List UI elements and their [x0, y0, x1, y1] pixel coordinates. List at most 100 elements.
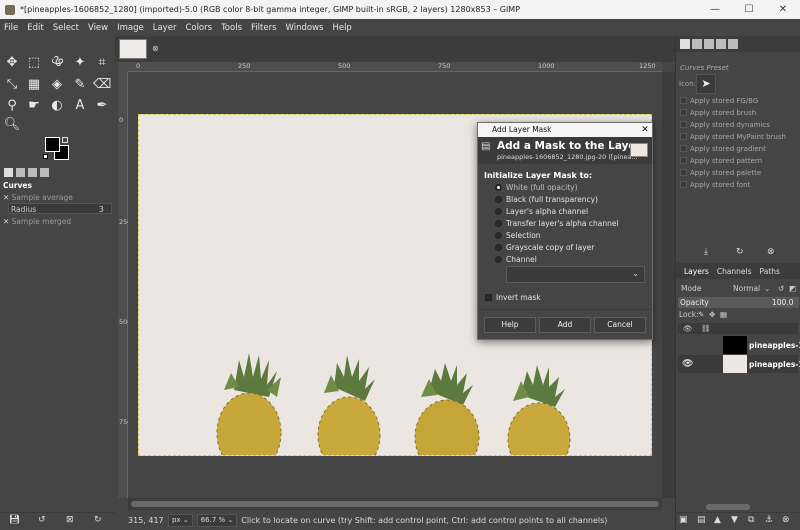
- preset-down-icon[interactable]: ⤓: [704, 247, 708, 257]
- tab-paths[interactable]: Paths: [760, 267, 780, 276]
- horizontal-scroll-thumb[interactable]: [131, 501, 659, 507]
- default-colors-icon[interactable]: [43, 154, 48, 159]
- menu-file[interactable]: File: [4, 23, 18, 33]
- zoom-selector[interactable]: 66.7 % ⌄: [196, 513, 238, 527]
- opacity-slider[interactable]: Opacity 100.0: [678, 297, 799, 308]
- lock-position-icon[interactable]: ✥: [709, 310, 715, 319]
- dialog-close-button[interactable]: ✕: [638, 123, 652, 137]
- dodge-burn-tool-icon[interactable]: ◐: [48, 97, 66, 115]
- preset-refresh-icon[interactable]: ↻: [736, 247, 744, 257]
- smudge-tool-icon[interactable]: ☛: [25, 97, 43, 115]
- invert-mask-checkbox[interactable]: Invert mask: [485, 293, 541, 302]
- channel-select[interactable]: ⌄: [506, 266, 645, 283]
- warp-tool-icon[interactable]: ▦: [25, 76, 43, 94]
- preset-item[interactable]: Apply stored FG/BG: [680, 97, 758, 105]
- undo-history-tab-icon[interactable]: [28, 168, 37, 177]
- crop-tool-icon[interactable]: ⌗: [93, 54, 111, 72]
- preset-checkbox[interactable]: [680, 97, 687, 104]
- preset-checkbox[interactable]: [680, 169, 687, 176]
- layer-visibility-eye-icon[interactable]: 👁︎: [682, 359, 693, 369]
- radio-white-full-opacity[interactable]: White (full opacity): [495, 183, 578, 192]
- layer-row[interactable]: 👁︎ pineapples-16: [678, 355, 800, 373]
- save-options-icon[interactable]: 💾︎: [9, 515, 20, 525]
- images-list-tab-icon[interactable]: [728, 39, 738, 49]
- menu-filters[interactable]: Filters: [251, 23, 276, 33]
- radio-layer-alpha[interactable]: Layer's alpha channel: [495, 207, 588, 216]
- preset-checkbox[interactable]: [680, 109, 687, 116]
- delete-options-icon[interactable]: ⊠: [66, 515, 74, 525]
- menu-image[interactable]: Image: [117, 23, 144, 33]
- tab-channels[interactable]: Channels: [717, 267, 752, 276]
- bucket-fill-tool-icon[interactable]: ◈: [48, 76, 66, 94]
- anchor-layer-icon[interactable]: ⚓︎: [765, 515, 773, 525]
- preset-checkbox[interactable]: [680, 181, 687, 188]
- text-tool-icon[interactable]: A: [71, 97, 89, 115]
- duplicate-layer-icon[interactable]: ⧉: [748, 515, 754, 525]
- tool-options-tab-icon[interactable]: [4, 168, 13, 177]
- image-tab-thumbnail[interactable]: [119, 39, 147, 59]
- move-tool-icon[interactable]: ✥: [3, 54, 21, 72]
- fonts-tab-icon[interactable]: [704, 39, 714, 49]
- menu-help[interactable]: Help: [332, 23, 351, 33]
- menu-colors[interactable]: Colors: [185, 23, 212, 33]
- ruler-top[interactable]: 0 250 500 750 1000 1250: [128, 62, 662, 72]
- swap-colors-icon[interactable]: [62, 137, 68, 143]
- reset-options-icon[interactable]: ↻: [94, 515, 102, 525]
- document-history-tab-icon[interactable]: [716, 39, 726, 49]
- preset-checkbox[interactable]: [680, 133, 687, 140]
- horizontal-scrollbar[interactable]: [128, 498, 662, 510]
- close-window-button[interactable]: ✕: [766, 4, 800, 15]
- help-button[interactable]: Help: [484, 317, 536, 333]
- color-picker-tool-icon[interactable]: ✒: [93, 97, 111, 115]
- clone-tool-icon[interactable]: ⚲: [3, 97, 21, 115]
- mode-reset-icon[interactable]: ↺: [778, 284, 784, 293]
- layer-row[interactable]: pineapples-16: [678, 336, 800, 354]
- sample-average-row[interactable]: ✕ Sample average: [3, 193, 73, 202]
- cursor-arrow-icon[interactable]: ➤: [696, 74, 716, 94]
- preset-delete-icon[interactable]: ⊗: [767, 247, 775, 257]
- preset-item[interactable]: Apply stored brush: [680, 109, 756, 117]
- radio-channel[interactable]: Channel: [495, 255, 537, 264]
- preset-item[interactable]: Apply stored pattern: [680, 157, 762, 165]
- delete-layer-icon[interactable]: ⊗: [782, 515, 790, 525]
- unified-transform-tool-icon[interactable]: ⤡: [3, 76, 21, 94]
- radio-transfer-alpha[interactable]: Transfer layer's alpha channel: [495, 219, 619, 228]
- lock-alpha-icon[interactable]: ▦: [720, 310, 727, 319]
- preset-item[interactable]: Apply stored dynamics: [680, 121, 770, 129]
- preset-checkbox[interactable]: [680, 145, 687, 152]
- mode-row[interactable]: Mode Normal ⌄ ↺ ◩: [678, 284, 798, 295]
- radio-black-full-transparency[interactable]: Black (full transparency): [495, 195, 598, 204]
- paintbrush-tool-icon[interactable]: ✎: [71, 76, 89, 94]
- radio-grayscale-copy[interactable]: Grayscale copy of layer: [495, 243, 594, 252]
- maximize-button[interactable]: ☐: [732, 4, 766, 15]
- preset-item[interactable]: Apply stored MyPaint brush: [680, 133, 786, 141]
- brushes-tab-icon[interactable]: [680, 39, 690, 49]
- preset-checkbox[interactable]: [680, 157, 687, 164]
- lower-layer-icon[interactable]: ▼: [731, 515, 738, 525]
- fuzzy-select-tool-icon[interactable]: ✦: [71, 54, 89, 72]
- tab-layers[interactable]: Layers: [684, 267, 709, 276]
- add-button[interactable]: Add: [539, 317, 591, 333]
- vertical-scrollbar[interactable]: [662, 72, 675, 498]
- patterns-tab-icon[interactable]: [692, 39, 702, 49]
- radio-selection[interactable]: Selection: [495, 231, 541, 240]
- menu-tools[interactable]: Tools: [221, 23, 242, 33]
- unit-selector[interactable]: px ⌄: [168, 513, 193, 527]
- menu-view[interactable]: View: [88, 23, 108, 33]
- zoom-tool-icon[interactable]: 🔍︎: [3, 116, 21, 134]
- radius-spinner[interactable]: Radius 3: [8, 203, 112, 214]
- preset-item[interactable]: Apply stored gradient: [680, 145, 766, 153]
- mode-extra-icon[interactable]: ◩: [789, 284, 796, 293]
- preset-item[interactable]: Apply stored font: [680, 181, 750, 189]
- ruler-left[interactable]: 0 250 500 750: [118, 72, 131, 498]
- rect-select-tool-icon[interactable]: ⬚: [25, 54, 43, 72]
- menu-windows[interactable]: Windows: [286, 23, 324, 33]
- preset-item[interactable]: Apply stored palette: [680, 169, 761, 177]
- raise-layer-icon[interactable]: ▲: [714, 515, 721, 525]
- cancel-button[interactable]: Cancel: [594, 317, 646, 333]
- preset-checkbox[interactable]: [680, 121, 687, 128]
- layers-horizontal-scroll-thumb[interactable]: [706, 504, 750, 510]
- restore-options-icon[interactable]: ↺: [38, 515, 46, 525]
- foreground-color-swatch[interactable]: [45, 137, 60, 152]
- sample-merged-row[interactable]: ✕ Sample merged: [3, 217, 71, 226]
